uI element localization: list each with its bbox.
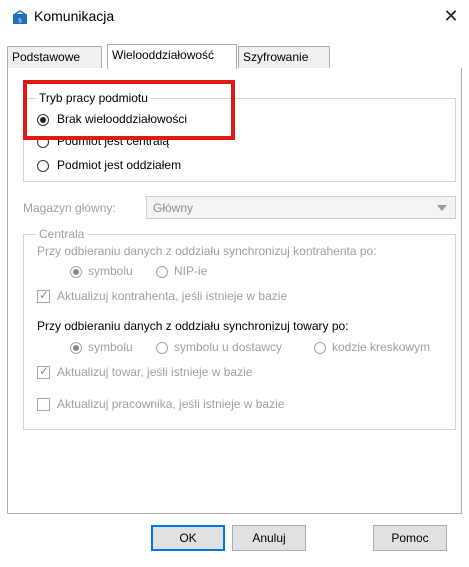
radio-label-oddzial: Podmiot jest oddziałem (57, 158, 182, 172)
radio-label-goods-supplier-symbol: symbolu u dostawcy (174, 340, 283, 354)
warehouse-select[interactable]: Główny (146, 196, 456, 219)
contractor-sync-label: Przy odbieraniu danych z oddziału synchr… (37, 244, 377, 258)
tab-podstawowe[interactable]: Podstawowe (7, 46, 102, 68)
check-label-update-contractor: Aktualizuj kontrahenta, jeśli istnieje w… (57, 289, 288, 303)
app-icon: s (13, 10, 27, 25)
chevron-down-icon (437, 205, 447, 211)
warehouse-label: Magazyn główny: (23, 201, 116, 215)
check-update-contractor[interactable] (37, 288, 50, 303)
radio-label-goods-symbol: symbolu (88, 340, 133, 354)
check-label-update-employee: Aktualizuj pracownika, jeśli istnieje w … (57, 397, 285, 411)
radio-goods-supplier-symbol[interactable] (156, 342, 168, 354)
check-update-goods[interactable] (37, 364, 50, 379)
ok-button[interactable]: OK (151, 525, 225, 551)
help-button[interactable]: Pomoc (373, 525, 447, 551)
close-icon[interactable]: ✕ (440, 5, 462, 27)
tab-szyfrowanie[interactable]: Szyfrowanie (238, 46, 330, 68)
warehouse-select-value: Główny (153, 201, 194, 215)
check-update-employee[interactable] (37, 398, 50, 411)
radio-podmiot-oddzial[interactable] (37, 160, 49, 172)
goods-sync-label: Przy odbieraniu danych z oddziału synchr… (37, 319, 349, 333)
svg-text:s: s (18, 18, 22, 25)
window-title: Komunikacja (34, 8, 115, 24)
tab-wielooddzialowosc[interactable]: Wielooddziałowość (107, 44, 237, 69)
check-label-update-goods: Aktualizuj towar, jeśli istnieje w bazie (57, 365, 253, 379)
radio-contractor-symbol[interactable] (70, 266, 82, 278)
radio-contractor-nip[interactable] (156, 266, 168, 278)
radio-label-contractor-nip: NIP-ie (174, 264, 208, 278)
central-group-legend: Centrala (36, 227, 88, 241)
radio-goods-symbol[interactable] (70, 342, 82, 354)
cancel-button[interactable]: Anuluj (232, 525, 306, 551)
radio-label-goods-barcode: kodzie kreskowym (332, 340, 431, 354)
highlight-box (23, 80, 235, 140)
radio-goods-barcode[interactable] (314, 342, 326, 354)
radio-label-contractor-symbol: symbolu (88, 264, 133, 278)
